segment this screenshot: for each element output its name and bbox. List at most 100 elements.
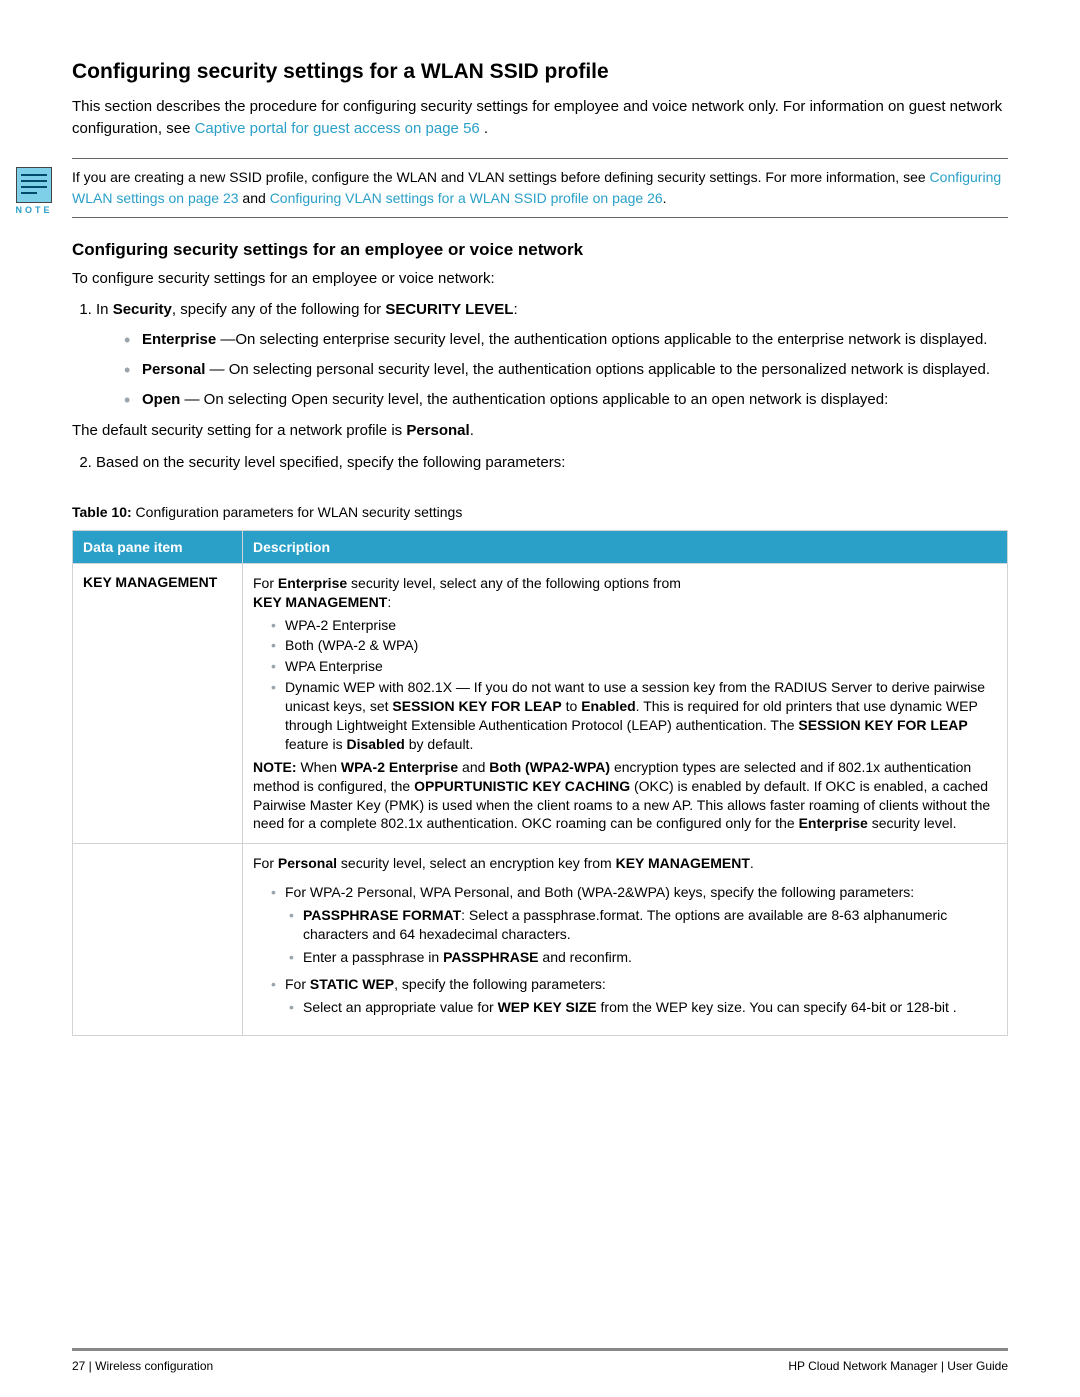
r2-li2a: For — [285, 976, 310, 992]
r1-p1d: KEY MANAGEMENT — [253, 594, 387, 610]
r1-note-g: OPPURTUNISTIC KEY CACHING — [414, 778, 630, 794]
list-item: For WPA-2 Personal, WPA Personal, and Bo… — [271, 883, 997, 902]
step1-mid: , specify any of the following for — [172, 301, 385, 318]
link-vlan-settings[interactable]: Configuring VLAN settings for a WLAN SSI… — [270, 190, 663, 206]
default-suffix: . — [470, 422, 474, 439]
level-personal-label: Personal — [142, 361, 205, 378]
step1-suffix: : — [513, 301, 517, 318]
r1-p1b: Enterprise — [278, 575, 347, 591]
level-open-desc: — On selecting Open security level, the … — [180, 391, 888, 408]
passphrase-list: PASSPHRASE FORMAT: Select a passphrase.f… — [253, 906, 997, 967]
wep-key-list: Select an appropriate value for WEP KEY … — [253, 998, 997, 1017]
steps-list-2: Based on the security level specified, s… — [72, 452, 1008, 474]
enterprise-options-list: WPA-2 Enterprise Both (WPA-2 & WPA) WPA … — [253, 616, 997, 754]
table-header-row: Data pane item Description — [73, 530, 1008, 563]
cell-enterprise-desc: For Enterprise security level, select an… — [243, 563, 1008, 844]
r1-li4g: feature is — [285, 736, 346, 752]
config-table: Data pane item Description KEY MANAGEMEN… — [72, 530, 1008, 1036]
list-item: WPA Enterprise — [271, 657, 997, 676]
list-item: Both (WPA-2 & WPA) — [271, 636, 997, 655]
default-setting-line: The default security setting for a netwo… — [72, 420, 1008, 442]
list-item: Dynamic WEP with 802.1X — If you do not … — [271, 678, 997, 754]
intro-paragraph: This section describes the procedure for… — [72, 96, 1008, 140]
note-prefix: If you are creating a new SSID profile, … — [72, 169, 930, 185]
r2-sub1a: PASSPHRASE FORMAT — [303, 907, 461, 923]
r1-note-c: WPA-2 Enterprise — [341, 759, 458, 775]
step-2: Based on the security level specified, s… — [96, 452, 1008, 474]
table-row: For Personal security level, select an e… — [73, 844, 1008, 1035]
r1-li4h: Disabled — [346, 736, 404, 752]
document-page: Configuring security settings for a WLAN… — [0, 0, 1080, 1397]
r1-li4i: by default. — [405, 736, 474, 752]
step1-prefix: In — [96, 301, 113, 318]
note-label: NOTE — [12, 205, 56, 215]
r2-sub2b: PASSPHRASE — [443, 949, 538, 965]
link-captive-portal[interactable]: Captive portal for guest access on page … — [195, 120, 480, 137]
list-item: Enter a passphrase in PASSPHRASE and rec… — [289, 948, 997, 967]
default-prefix: The default security setting for a netwo… — [72, 422, 406, 439]
r1-note-j: security level. — [868, 815, 957, 831]
static-wep-list: For STATIC WEP, specify the following pa… — [253, 975, 997, 994]
r2-sub3c: from the WEP key size. You can specify 6… — [597, 999, 957, 1015]
r1-li4f: SESSION KEY FOR LEAP — [798, 717, 967, 733]
r2-sub3b: WEP KEY SIZE — [498, 999, 597, 1015]
table-caption-prefix: Table 10: — [72, 504, 132, 520]
cell-key-management: KEY MANAGEMENT — [73, 563, 243, 844]
personal-params-list: For WPA-2 Personal, WPA Personal, and Bo… — [253, 883, 997, 902]
r1-p1a: For — [253, 575, 278, 591]
subsection-title: Configuring security settings for an emp… — [72, 240, 1008, 260]
note-mid: and — [239, 190, 270, 206]
r2-sub3a: Select an appropriate value for — [303, 999, 498, 1015]
step1-strong2: SECURITY LEVEL — [385, 301, 513, 318]
list-item: WPA-2 Enterprise — [271, 616, 997, 635]
r2-p1c: security level, select an encryption key… — [337, 855, 616, 871]
level-personal-desc: — On selecting personal security level, … — [205, 361, 990, 378]
level-open: Open — On selecting Open security level,… — [124, 389, 1008, 411]
r2-li2b: STATIC WEP — [310, 976, 394, 992]
r2-p1d: KEY MANAGEMENT — [616, 855, 750, 871]
note-block: NOTE If you are creating a new SSID prof… — [72, 158, 1008, 218]
table-caption-text: Configuration parameters for WLAN securi… — [132, 504, 463, 520]
r2-p1b: Personal — [278, 855, 337, 871]
level-open-label: Open — [142, 391, 180, 408]
r2-p1a: For — [253, 855, 278, 871]
cell-key-empty — [73, 844, 243, 1035]
r1-li4d: Enabled — [581, 698, 635, 714]
list-item: Select an appropriate value for WEP KEY … — [289, 998, 997, 1017]
r2-sub2c: and reconfirm. — [539, 949, 632, 965]
r1-p1c: security level, select any of the follow… — [347, 575, 681, 591]
default-strong: Personal — [406, 422, 469, 439]
table-caption: Table 10: Configuration parameters for W… — [72, 504, 1008, 520]
note-text: If you are creating a new SSID profile, … — [72, 167, 1008, 209]
header-item: Data pane item — [73, 530, 243, 563]
intro-text-suffix: . — [480, 120, 488, 137]
r1-li4c: to — [562, 698, 581, 714]
r1-note-b: When — [297, 759, 341, 775]
steps-list: In Security, specify any of the followin… — [72, 299, 1008, 410]
r2-sub2a: Enter a passphrase in — [303, 949, 443, 965]
footer-left: 27 | Wireless configuration — [72, 1359, 213, 1373]
page-footer: 27 | Wireless configuration HP Cloud Net… — [72, 1348, 1008, 1373]
step1-strong1: Security — [113, 301, 172, 318]
security-level-list: Enterprise —On selecting enterprise secu… — [96, 329, 1008, 410]
level-enterprise: Enterprise —On selecting enterprise secu… — [124, 329, 1008, 351]
r1-note-a: NOTE: — [253, 759, 297, 775]
r1-note-i: Enterprise — [799, 815, 868, 831]
r1-note-d: and — [458, 759, 489, 775]
level-personal: Personal — On selecting personal securit… — [124, 359, 1008, 381]
r1-p1e: : — [387, 594, 391, 610]
step-1: In Security, specify any of the followin… — [96, 299, 1008, 410]
note-suffix: . — [663, 190, 667, 206]
section-title: Configuring security settings for a WLAN… — [72, 60, 1008, 84]
footer-right: HP Cloud Network Manager | User Guide — [788, 1359, 1008, 1373]
level-enterprise-label: Enterprise — [142, 331, 216, 348]
list-item: PASSPHRASE FORMAT: Select a passphrase.f… — [289, 906, 997, 944]
r1-note-e: Both (WPA2-WPA) — [489, 759, 610, 775]
r2-p1e: . — [750, 855, 754, 871]
list-item: For STATIC WEP, specify the following pa… — [271, 975, 997, 994]
table-row: KEY MANAGEMENT For Enterprise security l… — [73, 563, 1008, 844]
cell-personal-desc: For Personal security level, select an e… — [243, 844, 1008, 1035]
r2-li2c: , specify the following parameters: — [394, 976, 606, 992]
header-desc: Description — [243, 530, 1008, 563]
subsection-intro: To configure security settings for an em… — [72, 268, 1008, 290]
